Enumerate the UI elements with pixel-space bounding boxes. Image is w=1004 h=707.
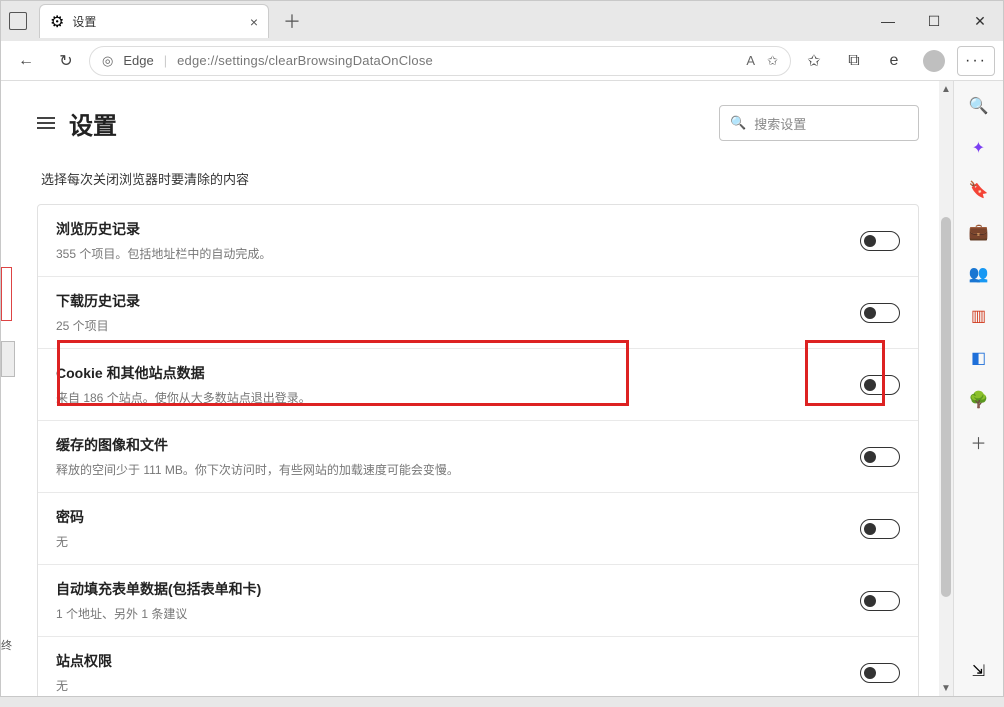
clear-on-close-list: 浏览历史记录 355 个项目。包括地址栏中的自动完成。下载历史记录 25 个项目 Co… xyxy=(37,204,919,696)
setting-row: 浏览历史记录 355 个项目。包括地址栏中的自动完成。 xyxy=(38,205,918,277)
close-tab-icon[interactable]: × xyxy=(250,14,258,30)
minimize-button[interactable]: — xyxy=(865,1,911,41)
settings-page: 设置 🔍 搜索设置 选择每次关闭浏览器时要清除的内容 浏览历史记录 355 个项目… xyxy=(19,81,939,696)
add-icon[interactable]: ＋ xyxy=(968,431,990,453)
setting-description: 释放的空间少于 111 MB。你下次访问时，有些网站的加载速度可能会变慢。 xyxy=(56,461,844,478)
sidebar-collapse-icon[interactable]: ⇲ xyxy=(968,660,990,682)
close-window-button[interactable]: ✕ xyxy=(957,1,1003,41)
vertical-scrollbar[interactable]: ▲ ▼ xyxy=(939,81,953,696)
page-title: 设置 xyxy=(69,106,117,141)
setting-title: 下载历史记录 xyxy=(56,291,844,311)
briefcase-icon[interactable]: 💼 xyxy=(968,221,990,243)
toggle-switch[interactable] xyxy=(860,303,900,323)
outlook-icon[interactable]: ◧ xyxy=(968,347,990,369)
gear-icon: ⚙ xyxy=(50,12,64,32)
new-tab-button[interactable]: ＋ xyxy=(277,8,307,34)
tag-icon[interactable]: 🔖 xyxy=(968,179,990,201)
reload-button[interactable]: ↻ xyxy=(49,44,83,78)
scroll-thumb[interactable] xyxy=(941,217,951,597)
external-window-edge: 终 xyxy=(1,81,19,696)
setting-title: 自动填充表单数据(包括表单和卡) xyxy=(56,579,844,599)
address-url: edge://settings/clearBrowsingDataOnClose xyxy=(177,53,433,68)
toggle-switch[interactable] xyxy=(860,447,900,467)
profile-button[interactable] xyxy=(917,44,951,78)
section-subheading: 选择每次关闭浏览器时要清除的内容 xyxy=(41,169,919,188)
setting-description: 1 个地址、另外 1 条建议 xyxy=(56,605,844,622)
search-icon[interactable]: 🔍 xyxy=(968,95,990,117)
window-controls: — ☐ ✕ xyxy=(865,1,1003,41)
address-source-label: Edge xyxy=(123,53,153,68)
setting-title: 站点权限 xyxy=(56,651,844,671)
setting-title: 密码 xyxy=(56,507,844,527)
collections-button[interactable]: ⧉ xyxy=(837,44,871,78)
search-placeholder: 搜索设置 xyxy=(754,114,806,133)
toggle-switch[interactable] xyxy=(860,375,900,395)
setting-description: 无 xyxy=(56,533,844,550)
toggle-switch[interactable] xyxy=(860,231,900,251)
setting-title: 缓存的图像和文件 xyxy=(56,435,844,455)
browser-toolbar: ← ↻ ◎ Edge | edge://settings/clearBrowsi… xyxy=(1,41,1003,81)
divider: | xyxy=(164,53,167,68)
browser-tab[interactable]: ⚙ 设置 × xyxy=(39,4,269,38)
search-icon: 🔍 xyxy=(730,115,746,131)
sparkle-icon[interactable]: ✦ xyxy=(968,137,990,159)
setting-description: 355 个项目。包括地址栏中的自动完成。 xyxy=(56,245,844,262)
more-menu-button[interactable]: ··· xyxy=(957,46,995,76)
toggle-switch[interactable] xyxy=(860,663,900,683)
setting-row: Cookie 和其他站点数据来自 186 个站点。使你从大多数站点退出登录。 xyxy=(38,349,918,421)
favorites-button[interactable]: ✩ xyxy=(797,44,831,78)
setting-description: 25 个项目 xyxy=(56,317,844,334)
toggle-switch[interactable] xyxy=(860,519,900,539)
address-bar[interactable]: ◎ Edge | edge://settings/clearBrowsingDa… xyxy=(89,46,791,76)
setting-row: 密码无 xyxy=(38,493,918,565)
settings-search-input[interactable]: 🔍 搜索设置 xyxy=(719,105,919,141)
edge-sidebar: 🔍 ✦ 🔖 💼 👥 ▥ ◧ 🌳 ＋ ⇲ xyxy=(953,81,1003,696)
star-icon[interactable]: ✩ xyxy=(767,53,778,69)
tree-icon[interactable]: 🌳 xyxy=(968,389,990,411)
read-aloud-icon[interactable]: A xyxy=(746,53,755,69)
setting-row: 缓存的图像和文件释放的空间少于 111 MB。你下次访问时，有些网站的加载速度可… xyxy=(38,421,918,493)
setting-row: 站点权限无 xyxy=(38,637,918,696)
setting-description: 无 xyxy=(56,677,844,694)
settings-menu-button[interactable] xyxy=(37,114,55,132)
setting-row: 下载历史记录 25 个项目 xyxy=(38,277,918,349)
office-icon[interactable]: ▥ xyxy=(968,305,990,327)
maximize-button[interactable]: ☐ xyxy=(911,1,957,41)
back-button[interactable]: ← xyxy=(9,44,43,78)
avatar xyxy=(923,50,945,72)
setting-description: 来自 186 个站点。使你从大多数站点退出登录。 xyxy=(56,389,844,406)
tab-actions-icon[interactable] xyxy=(9,12,27,30)
scroll-up-button[interactable]: ▲ xyxy=(939,81,953,97)
tab-title: 设置 xyxy=(72,13,241,30)
ie-mode-button[interactable]: e xyxy=(877,44,911,78)
scroll-down-button[interactable]: ▼ xyxy=(939,680,953,696)
title-bar: ⚙ 设置 × ＋ — ☐ ✕ xyxy=(1,1,1003,41)
toggle-switch[interactable] xyxy=(860,591,900,611)
people-icon[interactable]: 👥 xyxy=(968,263,990,285)
setting-row: 自动填充表单数据(包括表单和卡) 1 个地址、另外 1 条建议 xyxy=(38,565,918,637)
setting-title: 浏览历史记录 xyxy=(56,219,844,239)
edge-logo-icon: ◎ xyxy=(102,53,113,69)
setting-title: Cookie 和其他站点数据 xyxy=(56,363,844,383)
